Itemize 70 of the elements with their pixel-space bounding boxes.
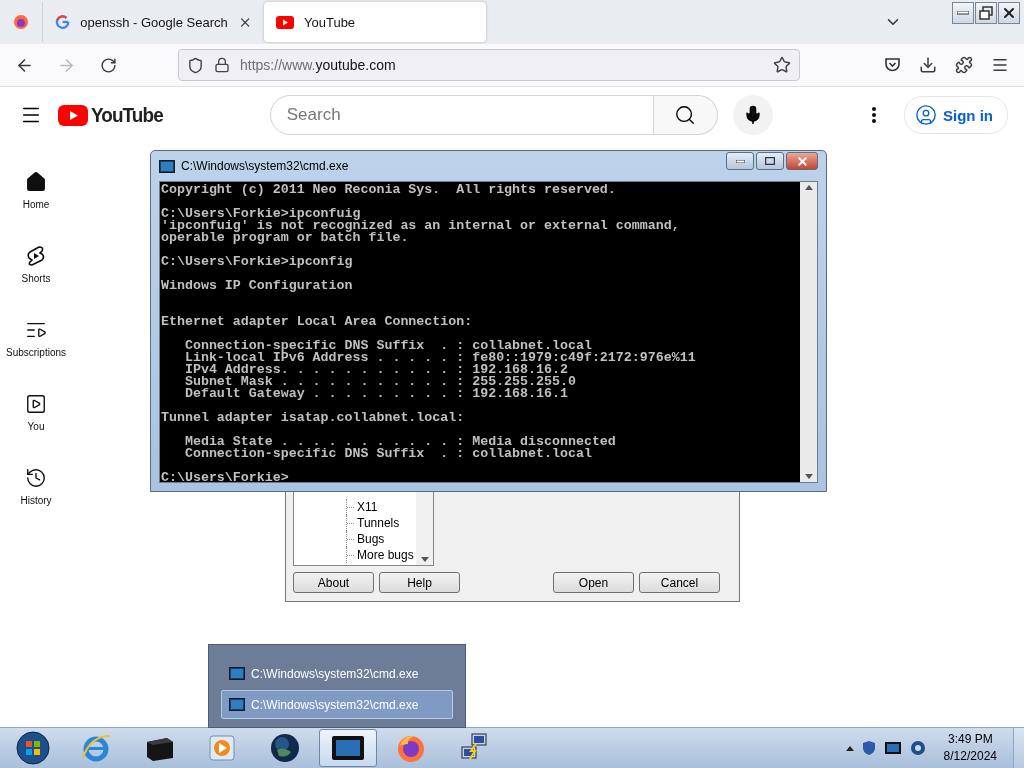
taskbar-button[interactable] — [319, 729, 377, 767]
search-button[interactable] — [653, 95, 718, 135]
user-icon — [915, 104, 937, 126]
pocket-icon — [883, 57, 901, 73]
dialog-button[interactable]: Help — [379, 572, 460, 593]
globe-icon — [269, 732, 301, 764]
sidebar-item[interactable]: You — [0, 381, 72, 455]
close-icon — [795, 154, 809, 168]
terminal-icon — [229, 698, 245, 711]
shield-icon — [187, 56, 204, 74]
restore-button[interactable] — [975, 2, 997, 24]
bookmark-icon[interactable] — [773, 56, 791, 74]
flame-globe-icon — [396, 733, 426, 763]
sidebar-item[interactable]: History — [0, 455, 72, 529]
dialog-button[interactable]: Cancel — [639, 572, 720, 593]
lock-icon — [214, 57, 230, 73]
dialog-button[interactable]: About — [293, 572, 374, 593]
scrollbar[interactable] — [800, 182, 817, 482]
sign-in-button[interactable]: Sign in — [904, 96, 1008, 134]
sidebar-item[interactable]: Shorts — [0, 233, 72, 307]
sidebar-item[interactable]: Subscriptions — [0, 307, 72, 381]
terminal-output: Copyright (c) 2011 Neo Reconia Sys. All rights reserved. C:\Users\Forkie>ipconfuig 'ipconfuig' is not recognized as an internal or external command, operable program or batch file. C:\Users\Forkie>ipconfig Windows IP Configuration Ethernet adapter Local Area Connection: Connection-specific DNS Suffix . : collabnet.local Link-local IPv6 Address . . . . . : fe80::1979:c49f:2172:976e%11 IPv4 Address. . . . . . . . . . . : 192.168.16.2 Subnet Mask . . . . . . . . . . . : 255.255.255.0 Default Gateway . . . . . . . . . : 192.168.16.1 Tunnel adapter isatap.collabnet.local: Media State . . . . . . . . . . . : Media disconnected Connection-specific DNS Suffix . : collabnet.local C:\Users\Forkie> — [160, 182, 697, 482]
play-icon — [207, 733, 237, 763]
voice-search-button[interactable] — [732, 95, 773, 135]
site-logo[interactable]: YouTube — [58, 103, 171, 127]
tab-title: YouTube — [304, 14, 357, 30]
minimize-button[interactable] — [726, 152, 754, 170]
more-icon — [872, 107, 876, 123]
window-list-item[interactable]: C:\Windows\system32\cmd.exe — [221, 659, 453, 688]
caret-icon[interactable] — [845, 745, 854, 751]
video-library-icon — [25, 393, 47, 415]
history-icon — [25, 467, 47, 489]
monitor-icon[interactable] — [883, 741, 902, 755]
reload-icon — [99, 56, 117, 74]
monitor-icon — [331, 735, 365, 761]
scroll-down-icon[interactable] — [420, 557, 429, 562]
category-tree[interactable]: X11 Tunnels Bugs More bugs — [293, 492, 434, 566]
console-icon — [159, 159, 175, 173]
ring-icon — [80, 732, 112, 764]
close-icon — [1001, 5, 1017, 21]
terminal-icon — [229, 667, 245, 680]
address-bar[interactable]: https://www.youtube.com — [178, 49, 800, 81]
play-logo-icon — [276, 15, 294, 29]
window-title: C:\Windows\system32\cmd.exe — [181, 159, 349, 173]
restore-icon — [979, 6, 993, 20]
minimize-icon — [735, 159, 745, 163]
menu-icon — [991, 56, 1009, 74]
clock[interactable]: 3:49 PM 8/12/2024 — [943, 731, 997, 765]
minimize-icon — [957, 11, 969, 15]
tab-title: openssh - Google Search — [80, 14, 228, 30]
maximize-button[interactable] — [756, 152, 784, 170]
shorts-icon — [26, 245, 46, 267]
search-icon — [674, 104, 697, 126]
network-icon[interactable] — [909, 740, 926, 756]
shield-icon[interactable] — [861, 740, 876, 756]
home-icon — [25, 171, 47, 193]
search-field[interactable]: Search — [269, 95, 654, 135]
puzzle-icon — [955, 56, 973, 74]
close-button[interactable] — [998, 2, 1020, 24]
sidebar-item[interactable]: Home — [0, 159, 72, 233]
g-logo-icon — [55, 14, 71, 30]
download-icon — [919, 56, 937, 74]
windows-orb-icon — [16, 731, 50, 765]
browser-tab[interactable]: YouTube — [264, 2, 486, 42]
browser-logo-icon — [13, 14, 29, 30]
maximize-icon — [765, 157, 775, 165]
dialog-button[interactable]: Open — [553, 572, 634, 593]
scroll-down-icon[interactable] — [804, 474, 813, 479]
play-logo-icon — [58, 104, 88, 126]
scroll-up-icon[interactable] — [804, 185, 813, 190]
